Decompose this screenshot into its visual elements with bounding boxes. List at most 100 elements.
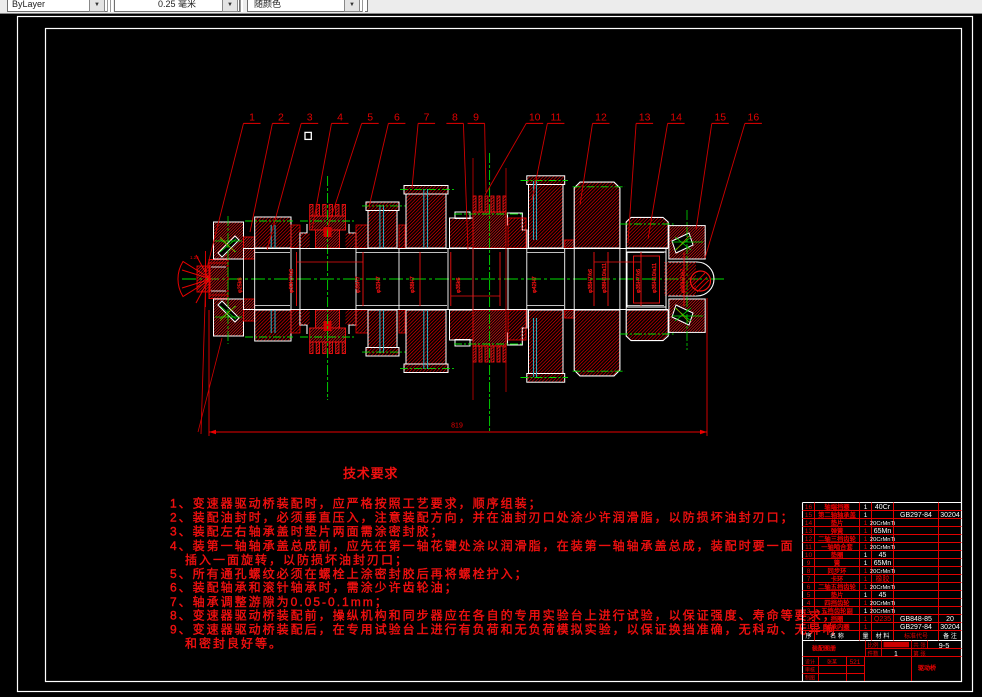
svg-text:1.25: 1.25 (190, 255, 199, 260)
svg-text:共 张: 共 张 (913, 641, 926, 649)
svg-text:6: 6 (807, 584, 811, 591)
svg-text:第 张: 第 张 (913, 649, 926, 657)
svg-text:20CrMnTi: 20CrMnTi (870, 585, 895, 591)
svg-text:16: 16 (748, 112, 760, 124)
svg-text:驱动桥: 驱动桥 (918, 664, 936, 672)
svg-text:11: 11 (550, 112, 561, 124)
svg-text:6、装配轴承和滚针轴承时，需涂少许齿轮油；: 6、装配轴承和滚针轴承时，需涂少许齿轮油； (170, 580, 459, 595)
svg-text:φ30H7/e7: φ30H7/e7 (681, 269, 687, 293)
svg-text:3、装配左右轴承盖时垫片两面需涂密封胶；: 3、装配左右轴承盖时垫片两面需涂密封胶； (170, 524, 445, 539)
svg-text:φ25k6: φ25k6 (238, 278, 244, 294)
svg-text:1: 1 (864, 560, 868, 567)
svg-text:20CrMnTi: 20CrMnTi (870, 537, 895, 543)
svg-text:1: 1 (864, 592, 868, 599)
svg-text:插入一面旋转，以防损坏油封刃口；: 插入一面旋转，以防损坏油封刃口； (185, 552, 409, 567)
svg-text:1: 1 (864, 608, 868, 615)
svg-text:4: 4 (337, 112, 343, 124)
svg-text:名 称: 名 称 (830, 632, 844, 640)
svg-text:GB297-84: GB297-84 (900, 624, 932, 631)
svg-text:φ38H10/a11: φ38H10/a11 (602, 263, 608, 293)
svg-text:45: 45 (879, 552, 887, 559)
svg-text:GB848-85: GB848-85 (900, 616, 932, 623)
svg-text:比例: 比例 (867, 641, 879, 649)
svg-text:φ32H7: φ32H7 (376, 276, 382, 293)
svg-text:40Cr: 40Cr (875, 504, 891, 511)
svg-text:819: 819 (451, 423, 463, 430)
svg-text:20CrMnTi: 20CrMnTi (870, 609, 895, 615)
svg-text:65Mn: 65Mn (874, 560, 892, 567)
svg-text:技术要求: 技术要求 (343, 466, 398, 481)
svg-text:四挡齿轮: 四挡齿轮 (824, 598, 850, 607)
svg-text:9: 9 (473, 112, 479, 124)
svg-text:9、变速器驱动桥装配后，在专用试验台上进行有负荷和无负荷模拟: 9、变速器驱动桥装配后，在专用试验台上进行有负荷和无负荷模拟实验，以保证换挡准确… (170, 622, 837, 637)
svg-text:8: 8 (452, 112, 458, 124)
svg-text:3: 3 (307, 112, 313, 124)
svg-text:20: 20 (946, 616, 954, 623)
svg-text:1、变速器驱动桥装配时，应严格按照工艺要求，顺序组装；: 1、变速器驱动桥装配时，应严格按照工艺要求，顺序组装； (170, 496, 543, 511)
svg-text:第二轴轴承盖: 第二轴轴承盖 (818, 510, 856, 519)
svg-text:20CrMnTi: 20CrMnTi (870, 601, 895, 607)
svg-text:20CrMnTi: 20CrMnTi (870, 521, 895, 527)
svg-text:4、装第一轴轴承盖总成前，应先在第一轴花键处涂以润滑脂，在装: 4、装第一轴轴承盖总成前，应先在第一轴花键处涂以润滑脂，在装第一轴轴承盖总成，装… (170, 538, 795, 553)
svg-text:件数: 件数 (867, 649, 879, 657)
svg-text:13: 13 (805, 528, 813, 535)
svg-text:13: 13 (639, 112, 651, 124)
svg-text:垫片: 垫片 (831, 590, 844, 599)
svg-text:φ35k6: φ35k6 (456, 278, 462, 294)
svg-text:6: 6 (394, 112, 400, 124)
svg-text:1: 1 (864, 576, 868, 583)
svg-text:垫片: 垫片 (831, 518, 844, 527)
svg-text:φ30H7/k6: φ30H7/k6 (289, 269, 295, 293)
svg-text:5、所有通孔螺纹必须在螺栓上涂密封胶后再将螺栓拧入；: 5、所有通孔螺纹必须在螺栓上涂密封胶后再将螺栓拧入； (170, 566, 529, 581)
svg-text:3: 3 (807, 608, 811, 615)
svg-text:φ35H7/k6: φ35H7/k6 (588, 269, 594, 293)
svg-text:1: 1 (864, 600, 868, 607)
svg-text:标准代号: 标准代号 (904, 632, 928, 640)
svg-text:10: 10 (529, 112, 541, 124)
svg-text:14: 14 (805, 520, 813, 527)
svg-text:橡胶: 橡胶 (876, 574, 890, 583)
svg-text:1: 1 (864, 584, 868, 591)
svg-text:2: 2 (807, 616, 811, 623)
svg-text:轴承内圈: 轴承内圈 (824, 622, 849, 631)
svg-text:2、装配油封时，必须垂直压入，注意装配方向，并在油封刃口处涂: 2、装配油封时，必须垂直压入，注意装配方向，并在油封刃口处涂少许润滑脂，以防损坏… (170, 510, 795, 525)
svg-text:7: 7 (807, 576, 811, 583)
svg-text:φ35H7: φ35H7 (356, 276, 362, 293)
svg-text:1: 1 (249, 112, 255, 124)
svg-text:7: 7 (424, 112, 430, 124)
svg-text:2: 2 (278, 112, 284, 124)
svg-text:1: 1 (864, 512, 868, 519)
svg-text:材 料: 材 料 (876, 632, 890, 640)
svg-text:制图: 制图 (805, 675, 815, 682)
svg-text:8、变速器驱动桥装配前，操纵机构和同步器应在各自的专用实验台: 8、变速器驱动桥装配前，操纵机构和同步器应在各自的专用实验台上进行试验，以保证强… (170, 608, 837, 623)
svg-text:20CrMnTi: 20CrMnTi (870, 569, 895, 575)
svg-text:521: 521 (850, 659, 861, 666)
svg-text:20CrMnTi: 20CrMnTi (870, 545, 895, 551)
svg-text:φ42H7: φ42H7 (532, 276, 538, 293)
svg-text:装配图册: 装配图册 (812, 645, 836, 653)
svg-text:1: 1 (864, 528, 868, 535)
svg-text:挡圈: 挡圈 (831, 614, 844, 623)
svg-text:1: 1 (864, 624, 868, 631)
svg-text:14: 14 (670, 112, 682, 124)
svg-text:量: 量 (862, 633, 868, 640)
svg-text:5: 5 (807, 592, 811, 599)
svg-text:1: 1 (864, 552, 868, 559)
svg-text:8: 8 (807, 568, 811, 575)
svg-text:垫圈: 垫圈 (831, 550, 844, 559)
svg-text:二轴三挡齿轮: 二轴三挡齿轮 (818, 534, 856, 543)
svg-text:φ35H10/a11: φ35H10/a11 (652, 263, 658, 293)
svg-text:16: 16 (805, 504, 813, 511)
svg-text:1: 1 (864, 616, 868, 623)
svg-text:备 注: 备 注 (943, 632, 957, 640)
svg-text:1: 1 (864, 544, 868, 551)
svg-text:9-5: 9-5 (939, 641, 950, 650)
svg-text:5: 5 (367, 112, 373, 124)
svg-text:12: 12 (805, 536, 813, 543)
svg-text:Q235: Q235 (874, 616, 891, 623)
svg-text:1: 1 (864, 520, 868, 527)
svg-text:9: 9 (807, 560, 811, 567)
svg-text:弹簧: 弹簧 (831, 526, 844, 535)
svg-text:同步环: 同步环 (828, 567, 847, 575)
svg-text:序: 序 (805, 632, 811, 640)
